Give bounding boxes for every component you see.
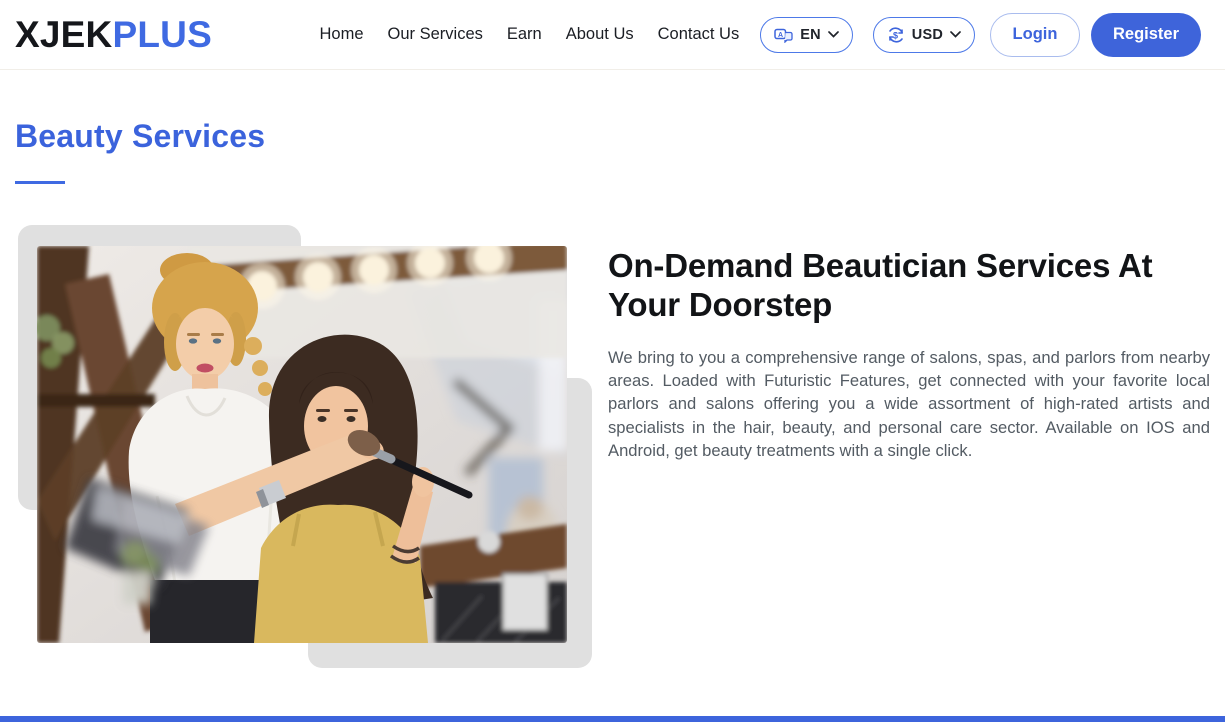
page-title: Beauty Services — [15, 118, 265, 155]
nav-item-our-services[interactable]: Our Services — [388, 25, 483, 44]
language-selected: EN — [800, 27, 821, 43]
hero-text-block: On-Demand Beautician Services At Your Do… — [608, 246, 1210, 462]
chevron-down-icon — [828, 31, 839, 38]
currency-selected: USD — [912, 27, 943, 43]
main-nav: Home Our Services Earn About Us Contact … — [320, 25, 740, 44]
translate-icon: A — [774, 26, 793, 43]
title-underline — [15, 181, 65, 184]
svg-text:A: A — [778, 32, 783, 39]
nav-item-home[interactable]: Home — [320, 25, 364, 44]
chevron-down-icon — [950, 31, 961, 38]
language-dropdown[interactable]: A EN — [760, 17, 853, 53]
header-controls: A EN $ USD Login Register — [760, 13, 1201, 57]
header: XJEKPLUS Home Our Services Earn About Us… — [0, 0, 1225, 70]
brand-logo-primary: XJEK — [15, 14, 112, 55]
nav-item-earn[interactable]: Earn — [507, 25, 542, 44]
svg-text:$: $ — [893, 30, 898, 40]
login-button[interactable]: Login — [990, 13, 1080, 57]
brand-logo-accent: PLUS — [112, 14, 211, 55]
nav-item-about-us[interactable]: About Us — [566, 25, 634, 44]
hero-description: We bring to you a comprehensive range of… — [608, 346, 1210, 462]
currency-exchange-icon: $ — [887, 26, 905, 44]
currency-dropdown[interactable]: $ USD — [873, 17, 975, 53]
hero-figure — [18, 225, 592, 668]
brand-logo[interactable]: XJEKPLUS — [15, 14, 212, 56]
nav-item-contact-us[interactable]: Contact Us — [658, 25, 740, 44]
register-button[interactable]: Register — [1091, 13, 1201, 57]
footer-top-strip — [0, 716, 1225, 722]
hero-heading: On-Demand Beautician Services At Your Do… — [608, 246, 1188, 324]
main-content: Beauty Services — [0, 70, 1225, 716]
beautician-photo — [37, 246, 567, 643]
